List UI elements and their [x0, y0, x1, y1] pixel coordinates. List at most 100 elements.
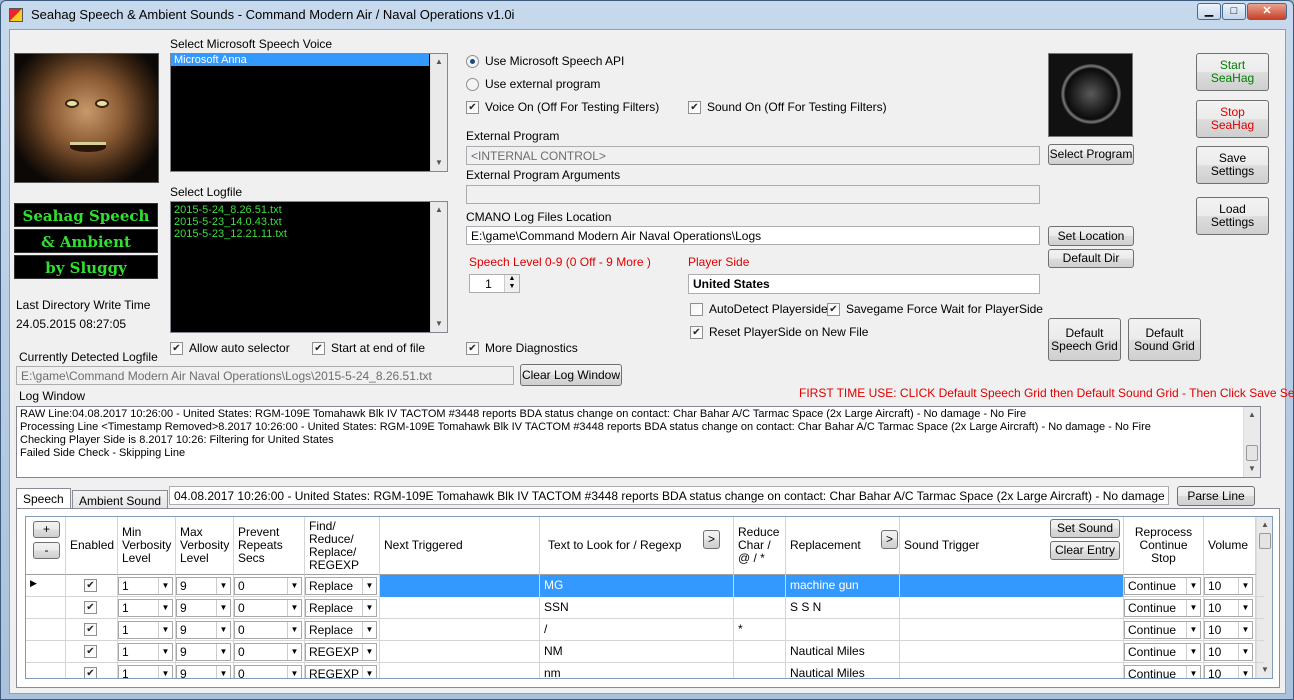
scroll-down-icon[interactable]: ▼ [1244, 461, 1260, 477]
dropdown-arrow-icon[interactable]: ▼ [362, 600, 376, 616]
dropdown-arrow-icon[interactable]: ▼ [158, 644, 172, 660]
header-reduce-char[interactable]: Reduce Char / @ / * [734, 517, 786, 575]
dropdown-arrow-icon[interactable]: ▼ [216, 622, 230, 638]
replacement-cell[interactable] [786, 619, 900, 641]
find-mode-combo[interactable]: Replace ▼ [305, 621, 377, 639]
dropdown-arrow-icon[interactable]: ▼ [1186, 600, 1200, 616]
dropdown-arrow-icon[interactable]: ▼ [1238, 666, 1252, 678]
sound-trigger-cell[interactable] [900, 641, 1124, 663]
log-scrollbar[interactable]: ▲ ▼ [1243, 407, 1260, 477]
table-row[interactable]: ✔ 1 ▼ 9 ▼ 0 ▼ REGEXP ▼ NM Nautical Miles Con… [26, 641, 1264, 663]
current-logfile-field[interactable]: E:\game\Command Modern Air Naval Operati… [16, 366, 514, 385]
clear-entry-button[interactable]: Clear Entry [1050, 541, 1120, 560]
scroll-up-icon[interactable]: ▲ [431, 54, 447, 70]
header-find-reduce[interactable]: Find/ Reduce/ Replace/ REGEXP [305, 517, 380, 575]
row-enabled-checkbox[interactable]: ✔ [84, 667, 97, 678]
volume-combo[interactable]: 10 ▼ [1204, 621, 1253, 639]
dropdown-arrow-icon[interactable]: ▼ [216, 578, 230, 594]
replacement-cell[interactable]: S S N [786, 597, 900, 619]
sound-on-checkbox[interactable]: ✔ [688, 101, 701, 114]
player-side-field[interactable]: United States [688, 274, 1040, 294]
scroll-up-icon[interactable]: ▲ [431, 202, 447, 218]
logfile-item[interactable]: 2015-5-23_12.21.11.txt [171, 228, 447, 240]
dropdown-arrow-icon[interactable]: ▼ [287, 622, 301, 638]
scroll-down-icon[interactable]: ▼ [431, 155, 447, 171]
volume-combo[interactable]: 10 ▼ [1204, 577, 1253, 595]
reset-side-checkbox[interactable]: ✔ [690, 326, 703, 339]
voice-item[interactable]: Microsoft Anna [171, 54, 429, 66]
cmano-location-field[interactable]: E:\game\Command Modern Air Naval Operati… [466, 226, 1040, 245]
min-verbosity-combo[interactable]: 1 ▼ [118, 643, 173, 661]
header-min-verbosity[interactable]: Min Verbosity Level [118, 517, 176, 575]
dropdown-arrow-icon[interactable]: ▼ [1186, 644, 1200, 660]
dropdown-arrow-icon[interactable]: ▼ [158, 622, 172, 638]
header-next-triggered[interactable]: Next Triggered [380, 517, 540, 575]
dropdown-arrow-icon[interactable]: ▼ [287, 600, 301, 616]
dropdown-arrow-icon[interactable]: ▼ [1238, 644, 1252, 660]
replacement-cell[interactable]: Nautical Miles [786, 641, 900, 663]
logfile-item[interactable]: 2015-5-24_8.26.51.txt [171, 202, 447, 216]
row-selector[interactable] [26, 641, 66, 663]
dropdown-arrow-icon[interactable]: ▼ [1186, 622, 1200, 638]
next-triggered-cell[interactable] [380, 663, 540, 678]
min-verbosity-combo[interactable]: 1 ▼ [118, 665, 173, 678]
log-window[interactable]: RAW Line:04.08.2017 10:26:00 - United St… [16, 406, 1261, 478]
dropdown-arrow-icon[interactable]: ▼ [158, 666, 172, 678]
replacement-cell[interactable]: Nautical Miles [786, 663, 900, 678]
header-prevent-repeats[interactable]: Prevent Repeats Secs [234, 517, 305, 575]
minimize-button[interactable]: ▁ [1197, 3, 1221, 20]
text-regexp-cell[interactable]: / [540, 619, 734, 641]
reprocess-combo[interactable]: Continue ▼ [1124, 621, 1201, 639]
next-triggered-cell[interactable] [380, 641, 540, 663]
prevent-repeats-combo[interactable]: 0 ▼ [234, 621, 302, 639]
max-verbosity-combo[interactable]: 9 ▼ [176, 665, 231, 678]
text-regexp-cell[interactable]: SSN [540, 597, 734, 619]
reprocess-combo[interactable]: Continue ▼ [1124, 577, 1201, 595]
max-verbosity-combo[interactable]: 9 ▼ [176, 599, 231, 617]
row-selector-icon[interactable]: ▶ [26, 575, 66, 597]
volume-combo[interactable]: 10 ▼ [1204, 643, 1253, 661]
prevent-repeats-combo[interactable]: 0 ▼ [234, 599, 302, 617]
remove-row-button[interactable]: - [33, 542, 60, 559]
dropdown-arrow-icon[interactable]: ▼ [287, 666, 301, 678]
prevent-repeats-combo[interactable]: 0 ▼ [234, 665, 302, 678]
header-volume[interactable]: Volume [1204, 517, 1256, 575]
table-row[interactable]: ✔ 1 ▼ 9 ▼ 0 ▼ REGEXP ▼ nm Nautical Miles Con… [26, 663, 1264, 678]
reprocess-combo[interactable]: Continue ▼ [1124, 665, 1201, 678]
sound-trigger-cell[interactable] [900, 663, 1124, 678]
find-mode-combo[interactable]: Replace ▼ [305, 599, 377, 617]
dropdown-arrow-icon[interactable]: ▼ [216, 666, 230, 678]
min-verbosity-combo[interactable]: 1 ▼ [118, 577, 173, 595]
find-mode-combo[interactable]: Replace ▼ [305, 577, 377, 595]
dropdown-arrow-icon[interactable]: ▼ [1186, 578, 1200, 594]
start-end-checkbox[interactable]: ✔ [312, 342, 325, 355]
sound-trigger-cell[interactable] [900, 619, 1124, 641]
row-enabled-checkbox[interactable]: ✔ [84, 601, 97, 614]
dropdown-arrow-icon[interactable]: ▼ [287, 644, 301, 660]
text-regexp-cell[interactable]: nm [540, 663, 734, 678]
dropdown-arrow-icon[interactable]: ▼ [287, 578, 301, 594]
reduce-char-cell[interactable] [734, 641, 786, 663]
reprocess-combo[interactable]: Continue ▼ [1124, 599, 1201, 617]
stop-seahag-button[interactable]: Stop SeaHag [1196, 100, 1269, 138]
voice-list[interactable]: Microsoft Anna ▲ ▼ [170, 53, 448, 172]
dropdown-arrow-icon[interactable]: ▼ [158, 600, 172, 616]
table-row[interactable]: ▶ ✔ 1 ▼ 9 ▼ 0 ▼ Replace ▼ MG machine gun Con… [26, 575, 1264, 597]
voice-list-scrollbar[interactable]: ▲ ▼ [430, 54, 447, 171]
reduce-char-cell[interactable]: * [734, 619, 786, 641]
find-mode-combo[interactable]: REGEXP ▼ [305, 665, 377, 678]
text-regexp-cell[interactable]: NM [540, 641, 734, 663]
dropdown-arrow-icon[interactable]: ▼ [216, 644, 230, 660]
row-selector[interactable] [26, 597, 66, 619]
row-enabled-checkbox[interactable]: ✔ [84, 645, 97, 658]
header-enabled[interactable]: Enabled [66, 517, 118, 575]
text-regexp-cell[interactable]: MG [540, 575, 734, 597]
replacement-arrow-button[interactable]: > [881, 530, 898, 549]
row-selector[interactable] [26, 663, 66, 678]
parse-line-field[interactable]: 04.08.2017 10:26:00 - United States: RGM… [169, 486, 1169, 505]
save-settings-button[interactable]: Save Settings [1196, 146, 1269, 184]
table-row[interactable]: ✔ 1 ▼ 9 ▼ 0 ▼ Replace ▼ SSN S S N Continue ▼ … [26, 597, 1264, 619]
dropdown-arrow-icon[interactable]: ▼ [1238, 622, 1252, 638]
reduce-char-cell[interactable] [734, 663, 786, 678]
title-bar[interactable]: Seahag Speech & Ambient Sounds - Command… [1, 1, 1293, 29]
